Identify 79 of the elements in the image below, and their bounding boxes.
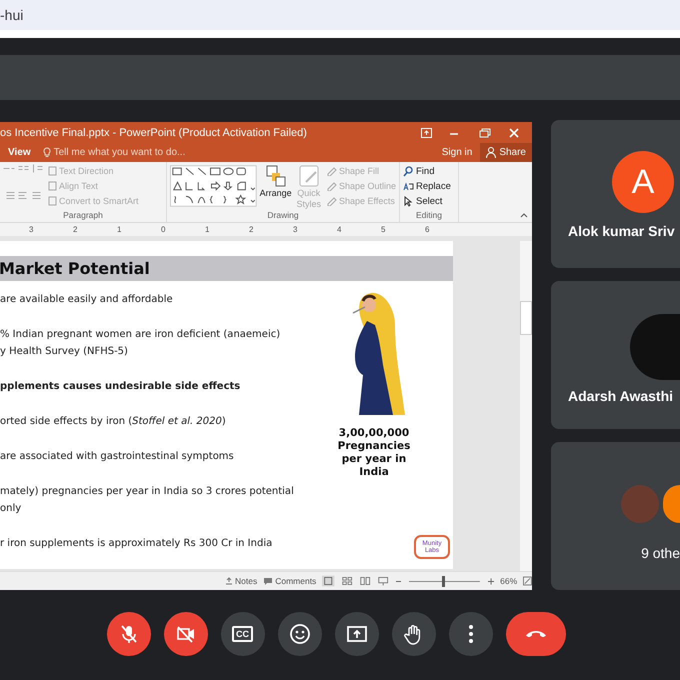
slide-title: Market Potential: [0, 259, 150, 278]
present-screen-icon: [346, 623, 368, 645]
shape-format-icon: [326, 166, 337, 176]
group-label: Paragraph: [62, 210, 104, 222]
bullet-text: orted side effects by iron (Stoffel et al. 2020): [0, 415, 227, 429]
group-label: Drawing: [266, 210, 300, 222]
normal-view-icon[interactable]: [322, 575, 335, 587]
slideshow-icon[interactable]: [377, 575, 390, 587]
ruler-number: 4: [337, 225, 342, 234]
zoom-in-icon[interactable]: [488, 578, 494, 584]
window-title: os Incentive Final.pptx - PowerPoint (Product Activation Failed): [0, 126, 308, 138]
ribbon-command[interactable]: Select: [403, 194, 451, 208]
microphone-button[interactable]: [106, 612, 150, 656]
person-icon: [486, 147, 496, 158]
comment-icon: [263, 576, 274, 586]
participant-tile[interactable]: A Alok kumar Sriv: [551, 120, 680, 268]
tell-me-field[interactable]: Tell me what you want to do...: [54, 147, 186, 158]
scrollbar[interactable]: [520, 241, 532, 571]
photo-placeholder: [630, 314, 680, 380]
ruler-number: 2: [73, 225, 78, 234]
fit-to-window-icon[interactable]: [523, 576, 532, 586]
ruler-number: 5: [381, 225, 386, 234]
paragraph-tools-drawing: [3, 164, 44, 200]
participant-name: Adarsh Awasthi: [567, 388, 674, 404]
search-icon: [403, 166, 414, 176]
participant-name: 9 othe: [640, 545, 680, 561]
reactions-button[interactable]: [278, 612, 322, 656]
slide-sorter-icon[interactable]: [340, 575, 354, 587]
share-button[interactable]: Share: [480, 143, 532, 162]
more-options-icon: [468, 625, 472, 643]
participant-tile[interactable]: 9 othe: [551, 442, 680, 590]
shape-format-icon: [326, 196, 337, 206]
raise-hand-button[interactable]: [392, 612, 436, 656]
ribbon-display-icon[interactable]: [421, 128, 432, 138]
ribbon-command[interactable]: Replace: [403, 179, 451, 193]
collapse-caret-icon[interactable]: [520, 212, 528, 218]
participant-name: Alok kumar Sriv: [567, 223, 676, 239]
lightbulb-icon: [42, 147, 51, 158]
ruler-number: 3: [29, 225, 34, 234]
notes-button[interactable]: Notes: [225, 576, 258, 586]
camera-button[interactable]: [164, 612, 208, 656]
ruler-number: 1: [205, 225, 210, 234]
ribbon-command[interactable]: Find: [403, 164, 451, 178]
bullet-text: are available easily and affordable: [0, 293, 174, 307]
group-label: Editing: [415, 210, 443, 222]
comments-button[interactable]: Comments: [263, 576, 316, 586]
ribbon-tab[interactable]: View: [0, 147, 31, 158]
reading-view-icon[interactable]: [359, 575, 372, 587]
photo-placeholder: [621, 485, 659, 523]
ruler-number: 3: [293, 225, 298, 234]
bullet-text: pplements causes undesirable side effects: [0, 380, 242, 394]
ruler-number: 6: [425, 225, 430, 234]
tab-title: -hui: [0, 7, 24, 23]
more-options-button[interactable]: [448, 612, 492, 656]
ruler-number: 0: [161, 225, 166, 234]
cursor-icon: [403, 196, 414, 206]
ruler-number: 2: [249, 225, 254, 234]
zoom-thumb[interactable]: [442, 576, 446, 586]
notes-icon: [225, 577, 233, 585]
bullet-text: y Health Survey (NFHS-5): [0, 345, 129, 359]
captions-button[interactable]: CC: [220, 612, 264, 656]
zoom-level[interactable]: 66%: [500, 576, 518, 586]
stat-text: 3,00,00,000 Pregnancies per year in India: [336, 427, 412, 479]
sign-in-link[interactable]: Sign in: [442, 147, 472, 158]
avatar: A: [612, 151, 674, 213]
phone-icon: [526, 630, 546, 638]
ruler-number: 1: [117, 225, 122, 234]
present-button[interactable]: [334, 612, 378, 656]
smiley-icon: [288, 623, 310, 645]
end-call-button[interactable]: [506, 612, 566, 656]
participant-tile[interactable]: Adarsh Awasthi: [551, 281, 680, 429]
bullet-text: % Indian pregnant women are iron deficient (anaemeic): [0, 328, 282, 342]
arrange-button[interactable]: Arrange: [260, 164, 291, 210]
bullet-text: mately) pregnancies per year in India so 3 crores potential: [0, 485, 295, 499]
replace-icon: [403, 180, 414, 192]
shape-format-icon: [326, 181, 337, 191]
bullet-text: only: [0, 502, 22, 516]
bullet-text: r iron supplements is approximately Rs 300 Cr in India: [0, 537, 274, 551]
bullet-text: are associated with gastrointestinal symptoms: [0, 450, 235, 464]
